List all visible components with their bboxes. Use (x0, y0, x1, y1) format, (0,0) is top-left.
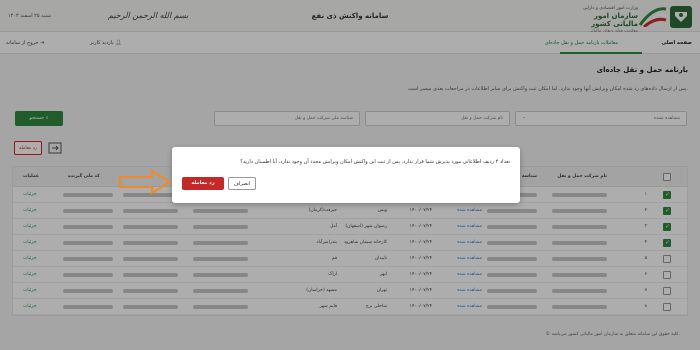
confirm-dialog: تعداد ۴ ردیف اطلاعاتی مورد پذیرش شما قرا… (172, 147, 520, 203)
dialog-message: تعداد ۴ ردیف اطلاعاتی مورد پذیرش شما قرا… (240, 159, 510, 165)
confirm-reject-button[interactable]: رد معامله (182, 177, 224, 190)
arrow-annotation-icon (119, 169, 172, 195)
cancel-button[interactable]: انصراف (228, 177, 256, 190)
